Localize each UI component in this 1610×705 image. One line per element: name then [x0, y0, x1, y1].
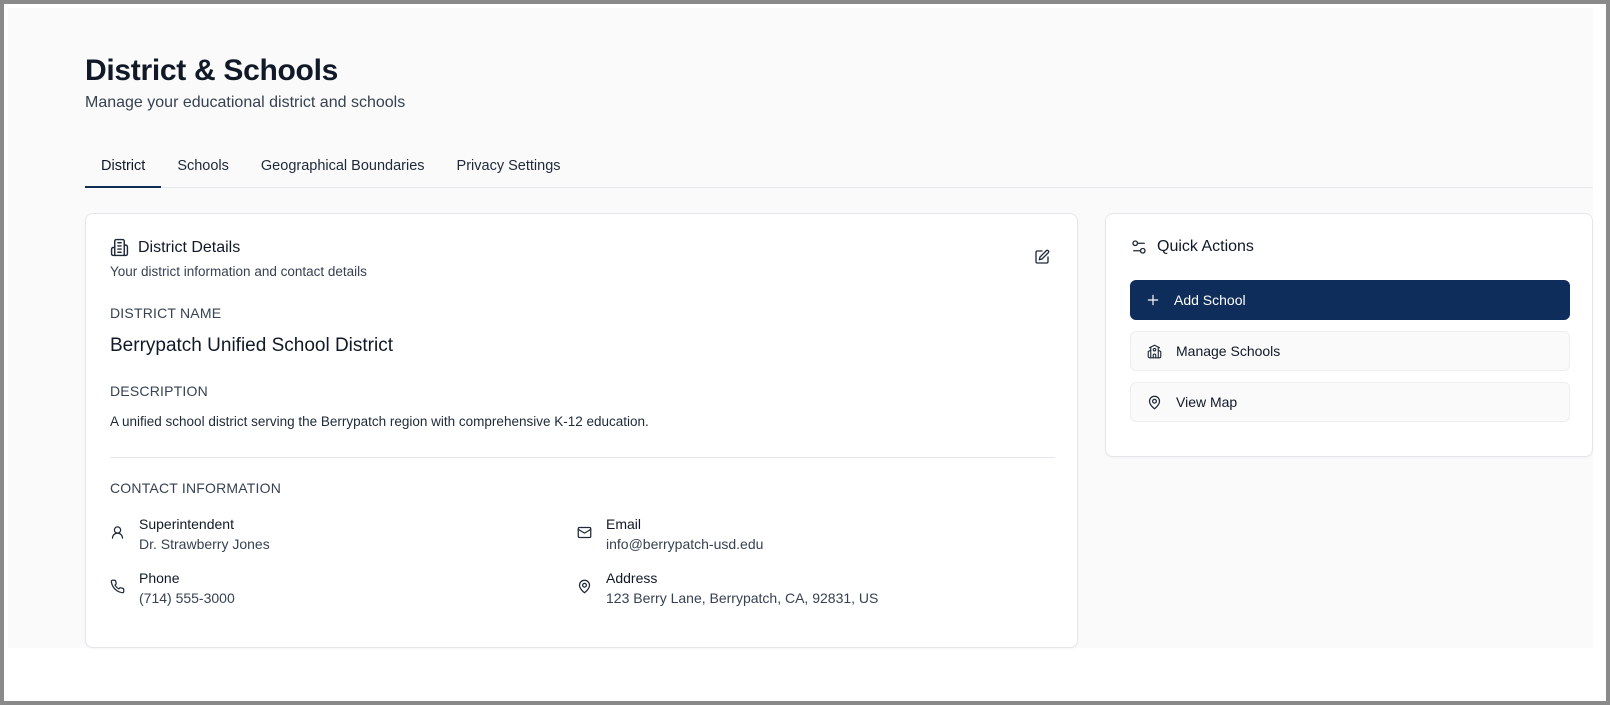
tab-bar: District Schools Geographical Boundaries…: [85, 148, 1593, 188]
district-details-description: Your district information and contact de…: [110, 264, 367, 279]
address-label: Address: [606, 570, 658, 586]
view-map-label: View Map: [1176, 394, 1238, 410]
manage-schools-button[interactable]: Manage Schools: [1130, 331, 1570, 371]
building-icon: [110, 238, 129, 257]
contact-email: Email info@berrypatch-usd.edu: [577, 515, 763, 554]
contact-superintendent: Superintendent Dr. Strawberry Jones: [110, 515, 270, 554]
district-details-title: District Details: [138, 238, 241, 256]
tab-geographical-boundaries[interactable]: Geographical Boundaries: [245, 148, 441, 188]
page-subtitle: Manage your educational district and sch…: [85, 94, 406, 111]
phone-icon: [110, 579, 125, 594]
contact-phone: Phone (714) 555-3000: [110, 569, 235, 608]
superintendent-value: Dr. Strawberry Jones: [139, 536, 270, 552]
plus-icon: [1146, 293, 1160, 307]
district-name-value: Berrypatch Unified School District: [110, 335, 393, 356]
tab-privacy-settings[interactable]: Privacy Settings: [441, 148, 577, 188]
manage-schools-label: Manage Schools: [1176, 343, 1281, 359]
address-value: 123 Berry Lane, Berrypatch, CA, 92831, U…: [606, 590, 879, 606]
description-label: DESCRIPTION: [110, 383, 208, 399]
user-icon: [110, 525, 125, 540]
app-content: District & Schools Manage your education…: [8, 8, 1593, 648]
quick-actions-title: Quick Actions: [1157, 238, 1254, 255]
mail-icon: [577, 525, 592, 540]
section-divider: [110, 457, 1055, 458]
phone-label: Phone: [139, 570, 180, 586]
add-school-button[interactable]: Add School: [1130, 280, 1570, 320]
email-label: Email: [606, 516, 642, 532]
page-title: District & Schools: [85, 54, 338, 87]
district-name-label: DISTRICT NAME: [110, 305, 222, 321]
tab-district[interactable]: District: [85, 148, 162, 188]
contact-address: Address 123 Berry Lane, Berrypatch, CA, …: [577, 569, 878, 608]
contact-information-label: CONTACT INFORMATION: [110, 480, 282, 496]
district-details-card: District Details Your district informati…: [85, 213, 1078, 648]
window-frame: District & Schools Manage your education…: [0, 0, 1610, 705]
email-value[interactable]: info@berrypatch-usd.edu: [606, 534, 763, 554]
add-school-label: Add School: [1174, 292, 1246, 308]
settings-sliders-icon: [1130, 238, 1148, 256]
quick-actions-card: Quick Actions Add School Manage Schools …: [1105, 213, 1593, 457]
phone-value: (714) 555-3000: [139, 590, 235, 606]
edit-district-button[interactable]: [1031, 246, 1053, 268]
quick-actions-header: Quick Actions: [1130, 238, 1254, 256]
district-details-header: District Details: [110, 238, 240, 257]
view-map-button[interactable]: View Map: [1130, 382, 1570, 422]
school-icon: [1147, 344, 1162, 359]
description-value: A unified school district serving the Be…: [110, 414, 649, 429]
tab-schools[interactable]: Schools: [161, 148, 245, 188]
map-pin-icon: [577, 579, 592, 594]
map-pin-icon: [1147, 395, 1162, 410]
superintendent-label: Superintendent: [139, 516, 234, 532]
edit-icon: [1034, 249, 1050, 265]
